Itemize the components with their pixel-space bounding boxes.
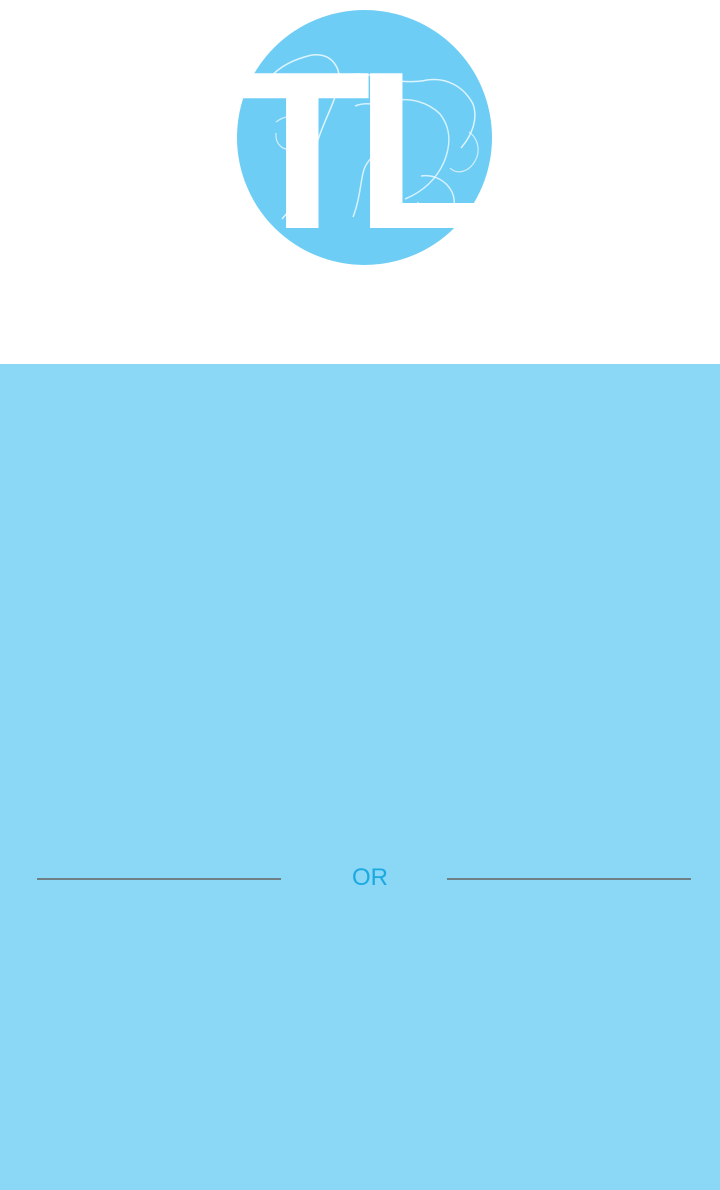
logo-letters: TL xyxy=(237,24,486,265)
divider-right-line xyxy=(447,878,691,880)
divider-left-line xyxy=(37,878,281,880)
header: TL xyxy=(0,0,720,364)
login-options-panel: OR xyxy=(0,364,720,1190)
logo: TL xyxy=(237,10,492,265)
login-screen: TL OR xyxy=(0,0,720,1190)
divider-or-label: OR xyxy=(352,864,388,891)
